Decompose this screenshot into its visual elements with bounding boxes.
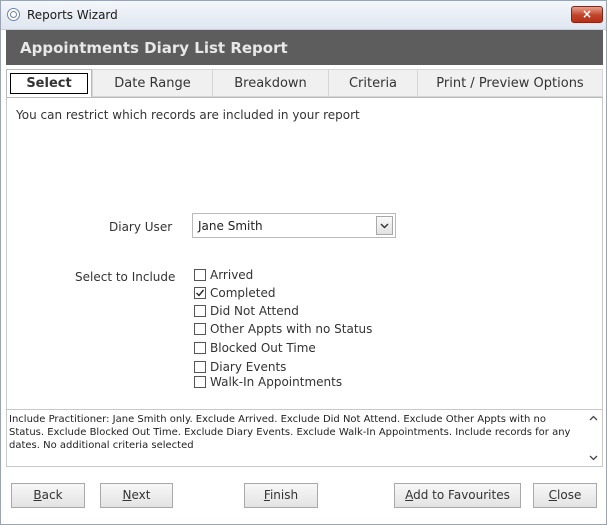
wizard-tabs: Select Date Range Breakdown Criteria Pri… — [6, 69, 603, 99]
checkmark-icon — [196, 289, 205, 297]
tab-select[interactable]: Select — [6, 69, 92, 99]
window-title: Reports Wizard — [27, 8, 118, 22]
tab-print-preview-options[interactable]: Print / Preview Options — [417, 69, 603, 97]
favourites-label-rest: dd to Favourites — [413, 488, 510, 502]
diary-user-label: Diary User — [109, 220, 173, 234]
did-not-attend-checkbox[interactable] — [194, 305, 206, 317]
other-appts-label: Other Appts with no Status — [210, 322, 373, 336]
intro-text: You can restrict which records are inclu… — [16, 108, 360, 122]
option-blocked-out-time[interactable]: Blocked Out Time — [193, 341, 373, 357]
option-diary-events[interactable]: Diary Events — [193, 360, 373, 376]
tab-criteria[interactable]: Criteria — [328, 69, 418, 97]
walk-in-appointments-label: Walk-In Appointments — [210, 375, 343, 389]
scroll-down-icon[interactable] — [587, 451, 600, 464]
back-mnemonic: B — [33, 488, 42, 502]
option-completed[interactable]: Completed — [193, 286, 373, 302]
select-tab-panel: You can restrict which records are inclu… — [6, 97, 603, 410]
window-close-button[interactable]: × — [571, 6, 603, 23]
next-button[interactable]: Next — [100, 483, 173, 508]
next-label-rest: ext — [131, 488, 151, 502]
select-to-include-label: Select to Include — [75, 270, 176, 284]
option-arrived[interactable]: Arrived — [193, 268, 373, 284]
arrived-checkbox[interactable] — [194, 269, 206, 281]
app-icon — [7, 8, 20, 21]
criteria-summary-text: Include Practitioner: Jane Smith only. E… — [9, 414, 571, 451]
completed-checkbox[interactable] — [194, 287, 206, 299]
arrived-label: Arrived — [210, 268, 254, 282]
close-button[interactable]: Close — [533, 483, 597, 508]
option-other-appts[interactable]: Other Appts with no Status — [193, 322, 373, 338]
diary-user-select[interactable]: Jane Smith — [192, 213, 396, 238]
diary-events-checkbox[interactable] — [194, 361, 206, 373]
close-mnemonic: C — [548, 488, 558, 502]
finish-label-rest: inish — [269, 488, 299, 502]
walk-in-appointments-checkbox[interactable] — [194, 376, 206, 388]
report-banner: Appointments Diary List Report — [6, 30, 603, 65]
scroll-up-icon[interactable] — [587, 412, 600, 425]
diary-user-value: Jane Smith — [198, 219, 263, 233]
reports-wizard-window: Reports Wizard × Appointments Diary List… — [0, 0, 607, 525]
did-not-attend-label: Did Not Attend — [210, 304, 299, 318]
blocked-out-time-label: Blocked Out Time — [210, 341, 316, 355]
diary-events-label: Diary Events — [210, 360, 287, 374]
next-mnemonic: N — [122, 488, 132, 502]
back-button[interactable]: Back — [11, 483, 85, 508]
tab-breakdown[interactable]: Breakdown — [212, 69, 329, 97]
favourites-mnemonic: A — [405, 488, 414, 502]
option-walk-in-appointments[interactable]: Walk-In Appointments — [193, 375, 373, 391]
criteria-summary-box[interactable]: Include Practitioner: Jane Smith only. E… — [6, 410, 603, 467]
finish-button[interactable]: Finish — [244, 483, 318, 508]
close-label-rest: lose — [557, 488, 582, 502]
back-label-rest: ack — [41, 488, 63, 502]
add-to-favourites-button[interactable]: Add to Favourites — [394, 483, 521, 508]
title-bar: Reports Wizard × — [1, 1, 606, 30]
other-appts-checkbox[interactable] — [194, 323, 206, 335]
dropdown-arrow-button[interactable] — [376, 216, 393, 235]
tab-date-range[interactable]: Date Range — [92, 69, 213, 97]
option-did-not-attend[interactable]: Did Not Attend — [193, 304, 373, 320]
completed-label: Completed — [210, 286, 276, 300]
report-title: Appointments Diary List Report — [20, 39, 288, 57]
tab-select-label: Select — [10, 73, 88, 94]
chevron-down-icon — [380, 223, 389, 229]
blocked-out-time-checkbox[interactable] — [194, 342, 206, 354]
